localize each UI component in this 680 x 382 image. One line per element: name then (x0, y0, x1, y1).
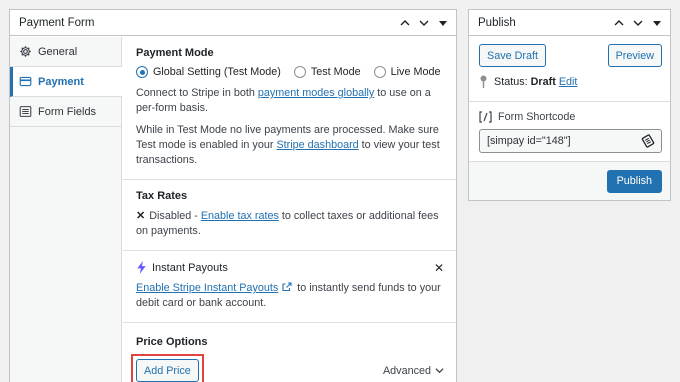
payment-mode-title: Payment Mode (136, 47, 214, 59)
radio-live-mode[interactable]: Live Mode (373, 66, 441, 78)
text-segment: Connect to Stripe in both (136, 87, 258, 99)
tax-rates-section: Tax Rates ✕ Disabled - Enable tax rates t… (123, 180, 456, 251)
tax-rates-title: Tax Rates (136, 190, 188, 202)
chevron-down-icon[interactable] (633, 18, 643, 28)
radio-checked-icon[interactable] (136, 66, 148, 78)
status-value: Draft (530, 75, 556, 88)
external-link-icon (282, 282, 292, 292)
payment-mode-section: Payment Mode Global Setting (Test Mode) … (123, 37, 456, 180)
edit-status-link[interactable]: Edit (559, 76, 578, 88)
instant-payouts-section: Instant Payouts ✕ Enable Stripe Instant … (123, 251, 456, 323)
payment-form-panel: Payment Form General Payment Form Fields… (9, 9, 457, 382)
shortcode-value: [simpay id="148"] (487, 135, 571, 147)
radio-test-label: Test Mode (310, 66, 361, 78)
instant-payouts-header: Instant Payouts ✕ (136, 261, 444, 274)
instant-payouts-title: Instant Payouts (152, 261, 228, 274)
form-tabs: General Payment Form Fields (10, 37, 122, 382)
test-mode-description: While in Test Mode no live payments are … (136, 123, 444, 168)
add-price-button[interactable]: Add Price (136, 359, 199, 382)
price-options-section: Price Options Add Price Advanced (123, 323, 456, 382)
shortcode-field[interactable]: [simpay id="148"] (479, 129, 662, 153)
enable-tax-rates-link[interactable]: Enable tax rates (201, 210, 279, 222)
publish-actions: Save Draft Preview (479, 44, 662, 67)
lightning-bolt-icon (137, 261, 146, 274)
radio-global-setting[interactable]: Global Setting (Test Mode) (136, 66, 281, 78)
tab-form-fields[interactable]: Form Fields (10, 97, 121, 127)
publish-button[interactable]: Publish (606, 169, 662, 193)
radio-unchecked-icon[interactable] (293, 66, 306, 78)
publish-footer: Publish (469, 161, 670, 200)
chevron-up-icon[interactable] (400, 18, 410, 28)
preview-button[interactable]: Preview (607, 44, 662, 67)
card-icon (19, 76, 32, 87)
copy-clipboard-icon[interactable] (641, 134, 655, 148)
gear-icon (20, 46, 31, 57)
price-options-title: Price Options (136, 336, 208, 348)
enable-instant-payouts-link[interactable]: Enable Stripe Instant Payouts (136, 282, 278, 294)
caret-down-icon[interactable] (438, 18, 448, 28)
caret-down-icon[interactable] (652, 18, 662, 28)
chevron-up-icon[interactable] (614, 18, 624, 28)
payment-mode-description: Connect to Stripe in both payment modes … (136, 86, 444, 116)
tax-rates-status: ✕ Disabled - Enable tax rates to collect … (136, 209, 444, 239)
save-draft-button[interactable]: Save Draft (479, 44, 547, 67)
advanced-label: Advanced (382, 364, 431, 377)
panel-title: Payment Form (19, 16, 95, 29)
radio-live-label: Live Mode (390, 66, 441, 78)
form-shortcode-section: Form Shortcode [simpay id="148"] (469, 101, 670, 153)
payment-settings-content: Payment Mode Global Setting (Test Mode) … (123, 37, 456, 382)
shortcode-brackets-icon (479, 111, 492, 123)
disabled-x-icon: ✕ (136, 210, 146, 222)
tab-general[interactable]: General (10, 37, 121, 67)
publish-title: Publish (478, 16, 516, 29)
list-icon (19, 106, 32, 117)
radio-unchecked-icon[interactable] (373, 66, 386, 78)
price-options-actions: Add Price Advanced (131, 354, 444, 382)
publish-header: Publish (469, 10, 670, 36)
add-price-highlight: Add Price (131, 354, 204, 382)
payment-modes-globally-link[interactable]: payment modes globally (258, 87, 374, 99)
dismiss-close-icon[interactable]: ✕ (434, 262, 444, 274)
publish-panel: Publish Save Draft Preview Status: Draft… (468, 9, 671, 201)
status-label: Status: (494, 75, 528, 88)
payment-mode-options: Global Setting (Test Mode) Test Mode Liv… (136, 66, 444, 78)
chevron-down-icon (435, 368, 444, 374)
radio-global-label: Global Setting (Test Mode) (153, 66, 281, 78)
text-segment: Disabled - (149, 210, 201, 222)
tab-payment-label: Payment (38, 75, 84, 88)
post-status: Status: Draft Edit (479, 75, 662, 88)
radio-test-mode[interactable]: Test Mode (293, 66, 361, 78)
publish-body: Save Draft Preview Status: Draft Edit Fo… (469, 36, 670, 153)
payment-form-header: Payment Form (10, 10, 456, 36)
stripe-dashboard-link[interactable]: Stripe dashboard (276, 139, 358, 151)
advanced-toggle[interactable]: Advanced (383, 365, 444, 377)
shortcode-label-row: Form Shortcode (479, 111, 662, 123)
shortcode-label: Form Shortcode (498, 111, 576, 123)
tab-form-fields-label: Form Fields (38, 105, 97, 118)
chevron-down-icon[interactable] (419, 18, 429, 28)
tab-payment[interactable]: Payment (10, 67, 122, 97)
instant-payouts-description: Enable Stripe Instant Payouts to instant… (136, 281, 444, 311)
pin-icon (480, 75, 487, 88)
tab-general-label: General (38, 45, 78, 58)
